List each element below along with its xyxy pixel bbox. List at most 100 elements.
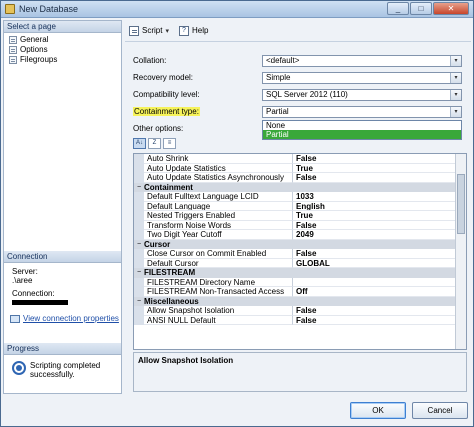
grid-property-value[interactable]: 1033: [293, 192, 466, 202]
grid-row[interactable]: Nested Triggers Enabled True: [134, 211, 466, 221]
recovery-model-value: Simple: [266, 73, 291, 82]
collapse-icon[interactable]: −: [134, 297, 144, 307]
grid-property-name: Default Fulltext Language LCID: [144, 192, 293, 202]
maximize-button[interactable]: □: [410, 2, 432, 15]
collation-value: <default>: [266, 56, 300, 65]
grid-category[interactable]: − Miscellaneous: [134, 296, 466, 307]
grid-row[interactable]: ANSI NULL Default False: [134, 315, 466, 325]
grid-category-label: FILESTREAM: [144, 268, 196, 277]
grid-row[interactable]: Auto Update Statistics True: [134, 163, 466, 173]
grid-property-value[interactable]: GLOBAL: [293, 259, 466, 268]
property-grid[interactable]: Auto Shrink False Auto Update Statistics Tr…: [133, 153, 467, 350]
grid-row-margin: [134, 163, 144, 173]
ok-button[interactable]: OK: [350, 402, 406, 419]
grid-row-margin: [134, 173, 144, 183]
collapse-icon[interactable]: −: [134, 240, 144, 250]
script-button[interactable]: Script ▾: [129, 25, 169, 36]
window-title: New Database: [19, 4, 79, 14]
grid-row[interactable]: Default Cursor GLOBAL: [134, 258, 466, 268]
grid-category[interactable]: − FILESTREAM: [134, 268, 466, 278]
grid-property-name: Allow Snapshot Isolation: [144, 306, 293, 316]
grid-category[interactable]: − Containment: [134, 182, 466, 193]
grid-row-margin: [134, 277, 144, 287]
grid-row[interactable]: Transform Noise Words False: [134, 220, 466, 230]
recovery-model-select[interactable]: Simple ▾: [262, 72, 462, 84]
page-filegroups[interactable]: Filegroups: [4, 55, 121, 65]
cancel-button[interactable]: Cancel: [412, 402, 468, 419]
grid-row[interactable]: Allow Snapshot Isolation False: [134, 306, 466, 316]
grid-row-margin: [134, 154, 144, 164]
grid-category-label: Miscellaneous: [144, 296, 199, 306]
title-bar[interactable]: New Database _ □ ✕: [1, 1, 473, 18]
compatibility-level-select[interactable]: SQL Server 2012 (110) ▾: [262, 89, 462, 101]
containment-type-select[interactable]: Partial ▾: [262, 106, 462, 118]
property-pages-button[interactable]: ≡: [163, 138, 176, 149]
containment-type-value: Partial: [266, 107, 289, 116]
help-button[interactable]: ? Help: [178, 25, 208, 36]
page-options[interactable]: Options: [4, 45, 121, 55]
alphabetical-sort-button[interactable]: Z: [148, 138, 161, 149]
script-icon: [129, 25, 139, 36]
grid-property-value[interactable]: False: [293, 316, 466, 325]
chevron-down-icon[interactable]: ▾: [450, 73, 461, 83]
grid-property-value[interactable]: False: [293, 154, 466, 164]
view-connection-link[interactable]: View connection properties: [23, 314, 119, 323]
chevron-down-icon[interactable]: ▾: [450, 107, 461, 117]
grid-property-name: Transform Noise Words: [144, 220, 293, 230]
dropdown-option-none[interactable]: None: [263, 121, 461, 130]
grid-row[interactable]: Two Digit Year Cutoff 2049: [134, 230, 466, 240]
grid-property-value[interactable]: False: [293, 249, 466, 259]
grid-scrollbar[interactable]: [455, 154, 466, 349]
grid-row[interactable]: FILESTREAM Directory Name: [134, 277, 466, 287]
grid-row-margin: [134, 211, 144, 221]
page-general[interactable]: General: [4, 35, 121, 45]
chevron-down-icon[interactable]: ▾: [165, 27, 169, 35]
grid-property-name: Auto Shrink: [144, 154, 293, 164]
grid-property-value[interactable]: True: [293, 211, 466, 221]
window-controls: _ □ ✕: [387, 2, 469, 15]
view-connection-row[interactable]: View connection properties: [4, 314, 121, 323]
grid-row[interactable]: Close Cursor on Commit Enabled False: [134, 249, 466, 259]
grid-property-value[interactable]: [293, 278, 466, 287]
containment-type-label: Containment type:: [133, 107, 200, 116]
server-label: Server:: [12, 267, 38, 276]
grid-property-value[interactable]: True: [293, 164, 466, 173]
grid-row-margin: [134, 287, 144, 297]
grid-row[interactable]: Auto Shrink False: [134, 154, 466, 164]
connection-header: Connection: [4, 251, 121, 263]
grid-property-value[interactable]: False: [293, 306, 466, 316]
grid-property-value[interactable]: False: [293, 221, 466, 230]
collapse-icon[interactable]: −: [134, 268, 144, 278]
dropdown-option-partial[interactable]: Partial: [263, 130, 461, 139]
grid-row-margin: [134, 258, 144, 268]
close-button[interactable]: ✕: [433, 2, 469, 15]
grid-property-value[interactable]: Off: [293, 287, 466, 297]
toolbar: Script ▾ ? Help: [125, 20, 471, 42]
chevron-down-icon[interactable]: ▾: [450, 56, 461, 66]
grid-property-value[interactable]: English: [293, 202, 466, 211]
server-value: .\aree: [12, 276, 33, 285]
grid-row[interactable]: FILESTREAM Non-Transacted Access Off: [134, 287, 466, 297]
grid-row[interactable]: Auto Update Statistics Asynchronously Fal…: [134, 173, 466, 183]
grid-row[interactable]: Default Language English: [134, 201, 466, 211]
containment-type-highlight: Containment type:: [133, 107, 200, 116]
grid-property-name: Default Language: [144, 201, 293, 211]
properties-icon: [10, 314, 20, 323]
grid-row[interactable]: Default Fulltext Language LCID 1033: [134, 192, 466, 202]
scrollbar-thumb[interactable]: [457, 174, 465, 234]
database-icon: [5, 4, 15, 14]
containment-dropdown-list: None Partial: [262, 120, 462, 140]
page-label: Filegroups: [20, 55, 58, 64]
grid-category[interactable]: − Cursor: [134, 239, 466, 250]
categorized-view-button[interactable]: A↓: [133, 138, 146, 149]
minimize-button[interactable]: _: [387, 2, 409, 15]
grid-property-name: Default Cursor: [144, 258, 293, 268]
chevron-down-icon[interactable]: ▾: [450, 90, 461, 100]
progress-text: Scripting completed successfully.: [30, 361, 101, 379]
collation-select[interactable]: <default> ▾: [262, 55, 462, 67]
grid-property-value[interactable]: 2049: [293, 230, 466, 240]
grid-property-value[interactable]: False: [293, 173, 466, 183]
collapse-icon[interactable]: −: [134, 183, 144, 193]
grid-category-label: Cursor: [144, 239, 171, 249]
options-pane: Script ▾ ? Help Collation: <default> ▾ R…: [125, 20, 471, 394]
